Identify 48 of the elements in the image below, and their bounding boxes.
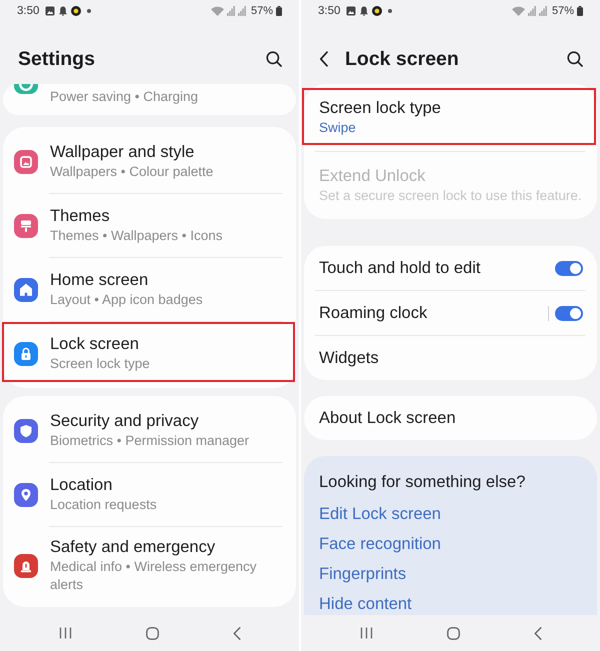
wifi-icon [210, 6, 224, 16]
recent-apps-icon[interactable] [59, 627, 72, 639]
setting-row[interactable]: About Lock screen [304, 396, 597, 440]
settings-item[interactable]: Themes Themes • Wallpapers • Icons [3, 194, 296, 257]
gallery-icon [45, 6, 56, 16]
dot-icon [388, 9, 392, 13]
setting-label: Roaming clock [319, 303, 428, 323]
battery-percent: 57% [552, 5, 574, 17]
dot-icon [87, 9, 92, 13]
search-icon[interactable] [567, 51, 583, 67]
toggle-switch[interactable] [555, 306, 583, 320]
settings-item[interactable]: Wallpaper and style Wallpapers • Colour palette [3, 130, 296, 193]
suggestion-link[interactable]: Edit Lock screen [319, 504, 441, 524]
settings-item[interactable]: Home screen Layout • App icon badges [3, 258, 296, 321]
battery-icon [577, 6, 583, 16]
screen-title: Settings [18, 48, 96, 70]
bell-icon [58, 6, 68, 16]
suggestion-link[interactable]: Hide content [319, 594, 412, 614]
signal-icon [238, 6, 246, 16]
gallery-icon [346, 6, 356, 16]
recent-apps-icon[interactable] [360, 627, 373, 639]
settings-item[interactable]: Security and privacy Biometrics • Permission manager [3, 399, 296, 462]
ring-icon [71, 6, 82, 16]
signal-icon [528, 6, 536, 16]
setting-label: Touch and hold to edit [319, 258, 482, 278]
section-heading: Looking for something else? [319, 472, 526, 492]
screen-title: Lock screen [345, 48, 460, 70]
home-icon[interactable] [447, 626, 460, 640]
signal-icon [226, 6, 235, 16]
suggestion-link[interactable]: Face recognition [319, 534, 441, 554]
back-icon[interactable] [319, 51, 329, 67]
settings-item[interactable]: Lock screen Screen lock type [3, 322, 296, 385]
battery-icon [276, 6, 282, 16]
toggle-switch[interactable] [555, 260, 583, 276]
ring-icon [372, 6, 382, 16]
status-time: 3:50 [17, 5, 40, 17]
suggestion-link[interactable]: Fingerprints [319, 564, 406, 584]
signal-icon [538, 6, 547, 16]
status-time: 3:50 [318, 5, 340, 17]
setting-row[interactable]: Widgets [304, 336, 597, 380]
settings-item[interactable]: Safety and emergency Medical info • Wireless emergency alerts [3, 527, 296, 604]
home-icon[interactable] [146, 626, 159, 640]
setting-row[interactable]: Screen lock type Swipe [304, 84, 597, 151]
wifi-icon [512, 6, 525, 16]
search-icon[interactable] [266, 51, 282, 67]
bell-icon [359, 6, 370, 16]
settings-item[interactable]: Location Location requests [3, 463, 296, 526]
battery-percent: 57% [250, 5, 273, 17]
